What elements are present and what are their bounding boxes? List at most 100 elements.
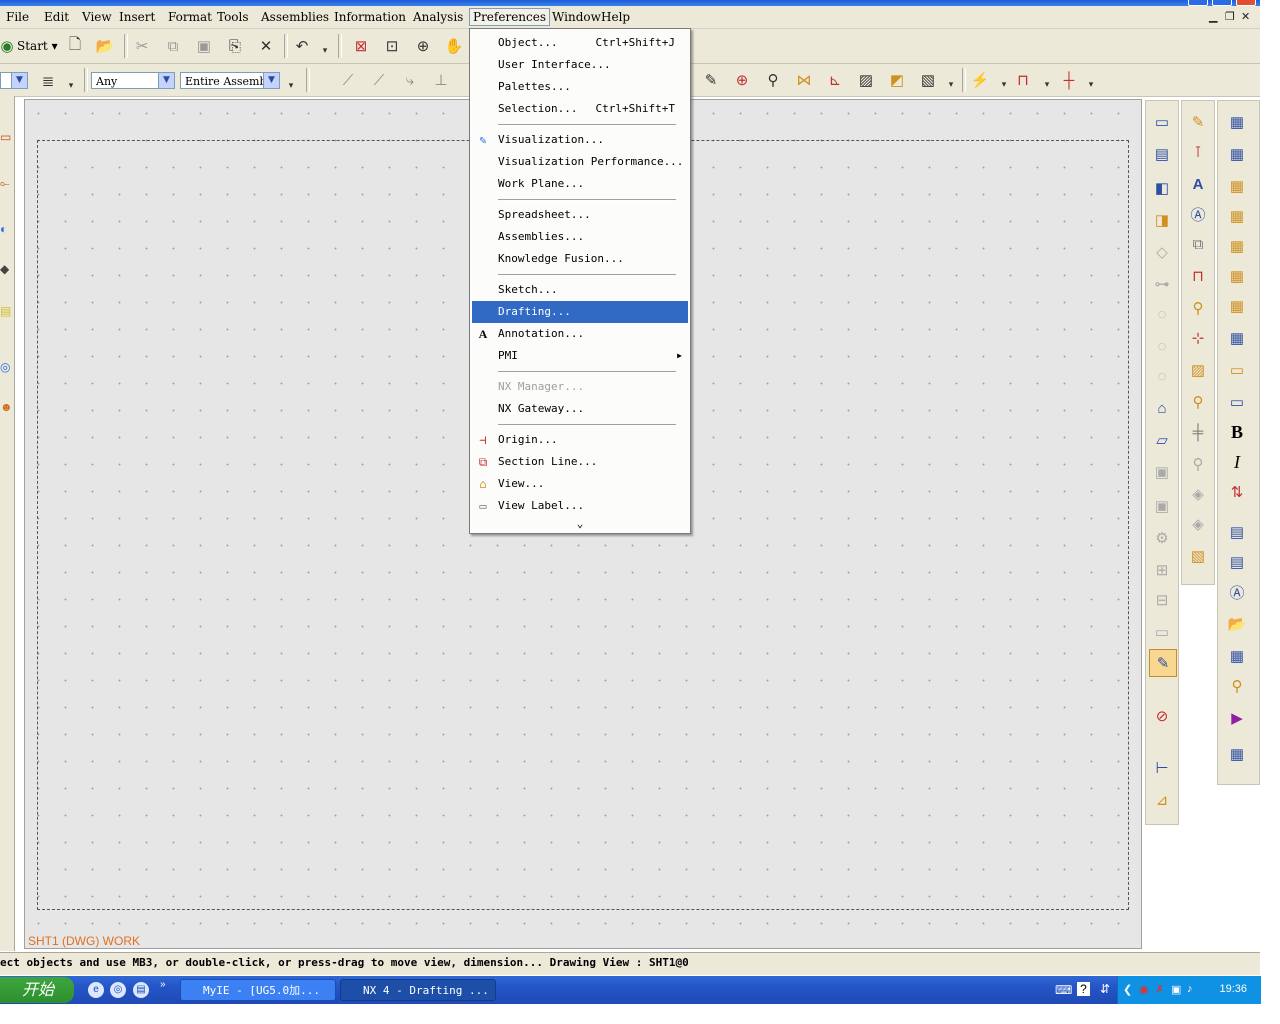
menu-format[interactable]: Format [165,9,215,25]
intersection-symbol-icon[interactable]: ╪ [1185,419,1211,445]
menu-insert[interactable]: Insert [116,9,158,25]
cut-icon[interactable]: ✂ [131,35,153,57]
delete-icon[interactable]: ✕ [255,35,277,57]
break-view-icon[interactable]: ⌂ [1149,395,1175,421]
new-sheet-icon[interactable]: ▭ [1149,109,1175,135]
view-dependent-icon[interactable]: ⚡ [969,69,991,91]
zoom-window-icon[interactable]: ⊡ [381,35,403,57]
balloon-icon[interactable]: ⚲ [762,69,784,91]
tabular-note-icon[interactable]: ▦ [1224,109,1250,135]
paste-icon[interactable]: ▣ [193,35,215,57]
undo-dropdown-icon[interactable]: ▾ [314,39,336,61]
view-label-icon[interactable]: ▭ [1149,619,1175,645]
export-table-icon[interactable]: ▤ [1224,519,1250,545]
user-symbol-icon[interactable]: ◈ [1185,511,1211,537]
area-fill-icon[interactable]: ◩ [886,69,908,91]
weld-icon[interactable]: ⚲ [1185,389,1211,415]
image-dropdown-icon[interactable]: ▾ [940,73,962,95]
taskbar-item-myie[interactable]: MyIE - [UG5.0加... [180,979,336,1001]
menu-item-origin[interactable]: ⊣ Origin... [472,429,688,451]
zoom-icon[interactable]: ⊕ [412,35,434,57]
menu-item-view[interactable]: ⌂ View... [472,473,688,495]
layer-icon[interactable]: ≣ [37,70,59,92]
menu-item-drafting[interactable]: Drafting... [472,301,688,323]
id-symbol-icon[interactable]: ◈ [1185,481,1211,507]
help-icon[interactable]: ? [1077,982,1090,996]
web-browser-icon[interactable]: ▤ [0,304,12,318]
measure-angle-icon[interactable]: ⊿ [1149,787,1175,813]
menu-item-selection[interactable]: Selection... Ctrl+Shift+T [472,98,688,120]
sort-icon[interactable]: ⇅ [1224,479,1250,505]
menu-item-knowledge-fusion[interactable]: Knowledge Fusion... [472,248,688,270]
fit-view-icon[interactable]: ⊠ [350,35,372,57]
keyboard-icon[interactable]: ⌨ [1055,983,1072,997]
menu-information[interactable]: Information [331,9,409,25]
origin-tool-icon[interactable]: ⊕ [731,69,753,91]
menu-assemblies[interactable]: Assemblies [258,9,332,25]
antivirus-icon[interactable]: ◉ [1139,983,1149,996]
snap-control-icon[interactable]: ⤷ [399,69,421,91]
update-views-icon[interactable]: ⊞ [1149,557,1175,583]
text-box-icon[interactable]: Ⓐ [1185,201,1211,227]
italic-icon[interactable]: I [1224,449,1250,475]
type-filter-combo[interactable]: ▼ [0,72,28,89]
cell-settings-icon[interactable]: ▦ [1224,233,1250,259]
menu-item-palettes[interactable]: Palettes... [472,76,688,98]
new-file-icon[interactable]: 🗋 [64,35,86,57]
selection-scope-combo[interactable]: Entire Assemb ▼ [180,72,280,89]
quicklaunch-browser-icon[interactable]: ◎ [110,982,126,998]
history-icon[interactable]: ◐ [0,222,12,236]
text-style-icon[interactable]: A [1185,171,1211,197]
mdi-restore-icon[interactable]: ❐ [1225,10,1235,23]
open-folder-icon[interactable]: 📂 [94,35,116,57]
revolved-section-icon[interactable]: ◌ [1149,363,1175,389]
feature-control-frame-icon[interactable]: ⊺ [1185,139,1211,165]
move-view-icon[interactable]: ▣ [1149,459,1175,485]
select-column-icon[interactable]: ▭ [1224,389,1250,415]
mdi-minimize-icon[interactable]: ▁ [1209,10,1217,23]
scope-options-icon[interactable]: ▾ [280,74,302,96]
menu-item-visualization-performance[interactable]: Visualization Performance... [472,151,688,173]
menu-item-work-plane[interactable]: Work Plane... [472,173,688,195]
half-section-icon[interactable]: ◌ [1149,333,1175,359]
menu-window[interactable]: Window [549,9,604,25]
quicklaunch-desktop-icon[interactable]: ▤ [133,982,149,998]
projected-view-icon[interactable]: ◇ [1149,239,1175,265]
border-tool-icon[interactable]: ⊓ [1012,69,1034,91]
menu-view[interactable]: View [79,9,115,25]
centerline-icon[interactable]: ┼ [1058,69,1080,91]
snap-endpoint-icon[interactable]: ⟋ [337,69,359,91]
mdi-close-icon[interactable]: ✕ [1241,10,1250,23]
drawing-view-icon[interactable]: ◨ [1149,207,1175,233]
menu-item-user-interface[interactable]: User Interface... [472,54,688,76]
security-icon[interactable]: ✗ [1155,983,1164,996]
import-table-icon[interactable]: ▤ [1224,549,1250,575]
start-menu-button[interactable]: Start ▾ [17,39,58,53]
image-icon[interactable]: ▧ [917,69,939,91]
menu-preferences[interactable]: Preferences [469,8,551,26]
edit-table-icon[interactable]: ▦ [1224,173,1250,199]
quicklaunch-ie-icon[interactable]: e [88,982,104,998]
menu-item-spreadsheet[interactable]: Spreadsheet... [472,204,688,226]
layer-dropdown-icon[interactable]: ▾ [60,74,82,96]
undo-icon[interactable]: ↶ [291,35,313,57]
windows-start-button[interactable]: 开始 [0,977,74,1003]
edit-text-icon[interactable]: ▦ [1224,203,1250,229]
text-edit-icon[interactable]: Ⓐ [1224,579,1250,605]
target-point-icon[interactable]: ⊹ [1185,325,1211,351]
note-icon[interactable]: ✎ [1185,109,1211,135]
menu-item-sketch[interactable]: Sketch... [472,279,688,301]
view-dependent-edit-icon[interactable]: ⚙ [1149,525,1175,551]
detail-view-icon[interactable]: ⊶ [1149,271,1175,297]
table-options-icon[interactable]: ▦ [1224,643,1250,669]
menu-item-assemblies[interactable]: Assemblies... [472,226,688,248]
menu-help[interactable]: Help [598,9,633,25]
roles-icon[interactable]: ◆ [0,262,12,276]
border-dropdown-icon[interactable]: ▾ [1036,73,1058,95]
base-view-icon[interactable]: ◧ [1149,175,1175,201]
system-materials-icon[interactable]: ☻ [0,400,13,414]
table-next-icon[interactable]: ▶ [1224,705,1250,731]
menu-item-nx-gateway[interactable]: NX Gateway... [472,398,688,420]
constraint-navigator-icon[interactable]: ⟜ [0,176,12,190]
menu-item-visualization[interactable]: ✎ Visualization... [472,129,688,151]
